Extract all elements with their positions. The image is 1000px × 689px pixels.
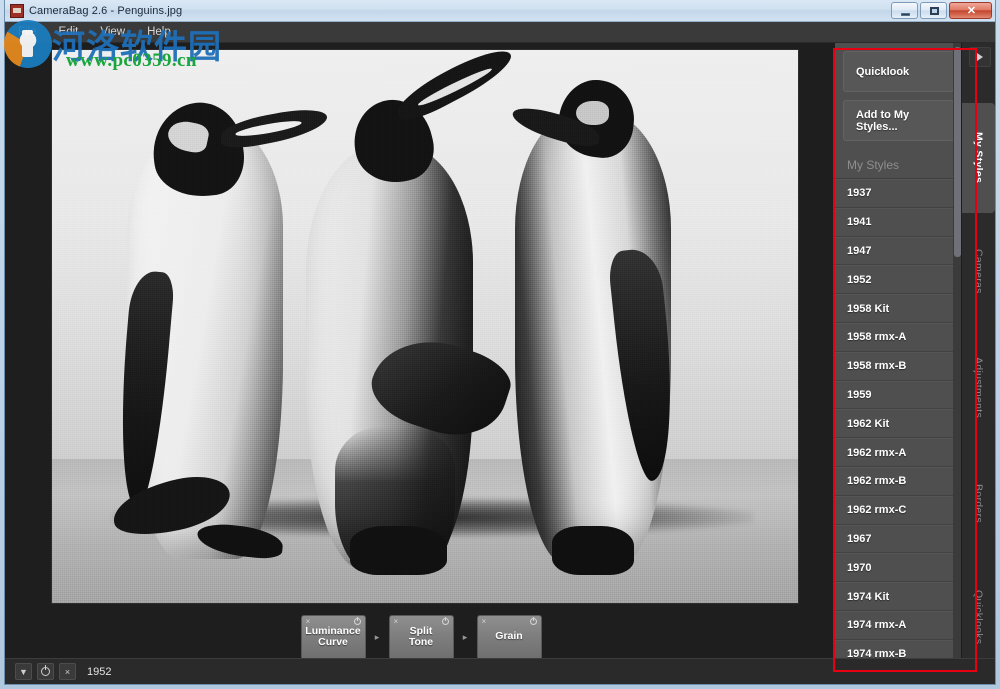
style-row[interactable]: 1958 rmx-A	[835, 323, 962, 352]
style-row[interactable]: 1974 rmx-A	[835, 611, 962, 640]
tab-my-styles-label: My Styles	[973, 132, 985, 183]
editor-body: × Luminance Curve ▸ × Split Tone	[5, 43, 995, 684]
tab-quicklooks-label: Quicklooks	[973, 590, 985, 644]
style-row[interactable]: 1958 Kit	[835, 294, 962, 323]
style-row-label: 1962 rmx-B	[847, 475, 906, 487]
penguin-center-leg	[350, 526, 447, 576]
remove-icon[interactable]: ×	[306, 618, 311, 626]
preset-dropdown-button[interactable]: ▼	[15, 663, 32, 680]
tile-split-tone[interactable]: × Split Tone	[389, 615, 454, 660]
style-row-label: 1970	[847, 562, 871, 574]
style-row[interactable]: 1947	[835, 237, 962, 266]
close-button[interactable]: ✕	[949, 2, 992, 19]
minimize-icon	[901, 13, 910, 16]
tile-separator-icon: ▸	[462, 631, 469, 643]
tab-adjustments[interactable]: Adjustments	[962, 329, 995, 447]
add-to-my-styles-button[interactable]: Add to My Styles...	[843, 100, 954, 141]
style-row[interactable]: 1937	[835, 179, 962, 208]
menu-item-edit[interactable]: Edit	[56, 25, 82, 39]
style-row[interactable]: 1941	[835, 208, 962, 237]
tile-label-line2: Tone	[409, 636, 433, 648]
menu-item-help[interactable]: Help	[144, 25, 174, 39]
styles-scrollbar-thumb[interactable]	[954, 47, 961, 257]
style-row-label: 1974 Kit	[847, 591, 889, 603]
canvas-area[interactable]: × Luminance Curve ▸ × Split Tone	[5, 43, 837, 661]
tile-luminance-curve[interactable]: × Luminance Curve	[301, 615, 366, 660]
maximize-icon	[930, 7, 939, 15]
adjustment-tile-strip: × Luminance Curve ▸ × Split Tone	[5, 613, 837, 661]
application-window: CameraBag 2.6 - Penguins.jpg ✕ File Edit…	[4, 0, 996, 685]
style-row[interactable]: 1958 rmx-B	[835, 352, 962, 381]
power-icon	[41, 667, 50, 676]
tab-adjustments-label: Adjustments	[973, 357, 985, 418]
power-icon[interactable]	[530, 618, 537, 625]
screenshot-root: CameraBag 2.6 - Penguins.jpg ✕ File Edit…	[0, 0, 1000, 689]
styles-pane: Quicklook Add to My Styles... My Styles …	[835, 43, 962, 684]
remove-icon[interactable]: ×	[394, 618, 399, 626]
power-icon[interactable]	[354, 618, 361, 625]
tab-my-styles[interactable]: My Styles	[962, 103, 995, 213]
menu-item-view[interactable]: View	[97, 25, 128, 39]
title-bar: CameraBag 2.6 - Penguins.jpg ✕	[5, 0, 995, 22]
styles-list[interactable]: 1937 1941 1947 1952 1958 Kit 1958 rmx-A 1958 r…	[835, 179, 962, 684]
style-row-label: 1974 rmx-A	[847, 619, 906, 631]
tile-luminance-curve-label: Luminance Curve	[302, 626, 363, 649]
style-row[interactable]: 1952	[835, 265, 962, 294]
tile-separator-icon: ▸	[374, 631, 381, 643]
tab-borders[interactable]: Borders	[962, 455, 995, 551]
style-row-label: 1952	[847, 274, 871, 286]
right-panel: Quicklook Add to My Styles... My Styles …	[835, 43, 995, 684]
tile-split-tone-label: Split Tone	[406, 626, 436, 649]
tab-cameras[interactable]: Cameras	[962, 221, 995, 321]
remove-icon[interactable]: ×	[482, 618, 487, 626]
tile-grain-label: Grain	[492, 631, 525, 643]
style-row-label: 1967	[847, 533, 871, 545]
style-row[interactable]: 1962 rmx-C	[835, 496, 962, 525]
menu-bar: File Edit View Help	[5, 22, 995, 43]
window-controls: ✕	[891, 2, 992, 19]
style-row-label: 1962 rmx-C	[847, 504, 906, 516]
tab-borders-label: Borders	[973, 484, 985, 523]
tile-label-line1: Luminance	[305, 625, 360, 637]
minimize-button[interactable]	[891, 2, 918, 19]
style-row[interactable]: 1962 Kit	[835, 409, 962, 438]
style-row-label: 1958 rmx-B	[847, 360, 906, 372]
tile-grain[interactable]: × Grain	[477, 615, 542, 660]
camerabag-icon	[10, 4, 24, 18]
vertical-tab-strip: My Styles Cameras Adjustments Borders Qu…	[961, 43, 995, 684]
style-row[interactable]: 1970	[835, 553, 962, 582]
style-row[interactable]: 1967	[835, 525, 962, 554]
style-row-label: 1958 Kit	[847, 303, 889, 315]
preset-name-label: 1952	[87, 666, 111, 678]
my-styles-section-title: My Styles	[835, 152, 962, 179]
tile-label-line2: Curve	[318, 636, 348, 648]
style-row-label: 1958 rmx-A	[847, 331, 906, 343]
panel-expand-button[interactable]	[969, 47, 991, 67]
style-row[interactable]: 1962 rmx-B	[835, 467, 962, 496]
style-row[interactable]: 1974 Kit	[835, 582, 962, 611]
preset-power-button[interactable]	[37, 663, 54, 680]
preset-close-button[interactable]: ×	[59, 663, 76, 680]
style-row-label: 1962 Kit	[847, 418, 889, 430]
close-icon: ✕	[966, 6, 977, 17]
tab-cameras-label: Cameras	[973, 249, 985, 294]
style-row[interactable]: 1959	[835, 381, 962, 410]
maximize-button[interactable]	[920, 2, 947, 19]
tile-label-line1: Split	[410, 625, 433, 637]
penguin-right-leg	[552, 526, 634, 576]
menu-item-file[interactable]: File	[15, 25, 40, 39]
style-row[interactable]: 1962 rmx-A	[835, 438, 962, 467]
style-row-label: 1947	[847, 245, 871, 257]
style-row-label: 1937	[847, 187, 871, 199]
window-title: CameraBag 2.6 - Penguins.jpg	[29, 5, 182, 17]
photo-preview[interactable]	[52, 50, 798, 603]
quicklook-button[interactable]: Quicklook	[843, 51, 954, 92]
style-row-label: 1962 rmx-A	[847, 447, 906, 459]
chevron-right-icon	[977, 53, 983, 61]
power-icon[interactable]	[442, 618, 449, 625]
style-row-label: 1941	[847, 216, 871, 228]
style-row-label: 1959	[847, 389, 871, 401]
status-bar: ▼ × 1952	[5, 658, 995, 684]
